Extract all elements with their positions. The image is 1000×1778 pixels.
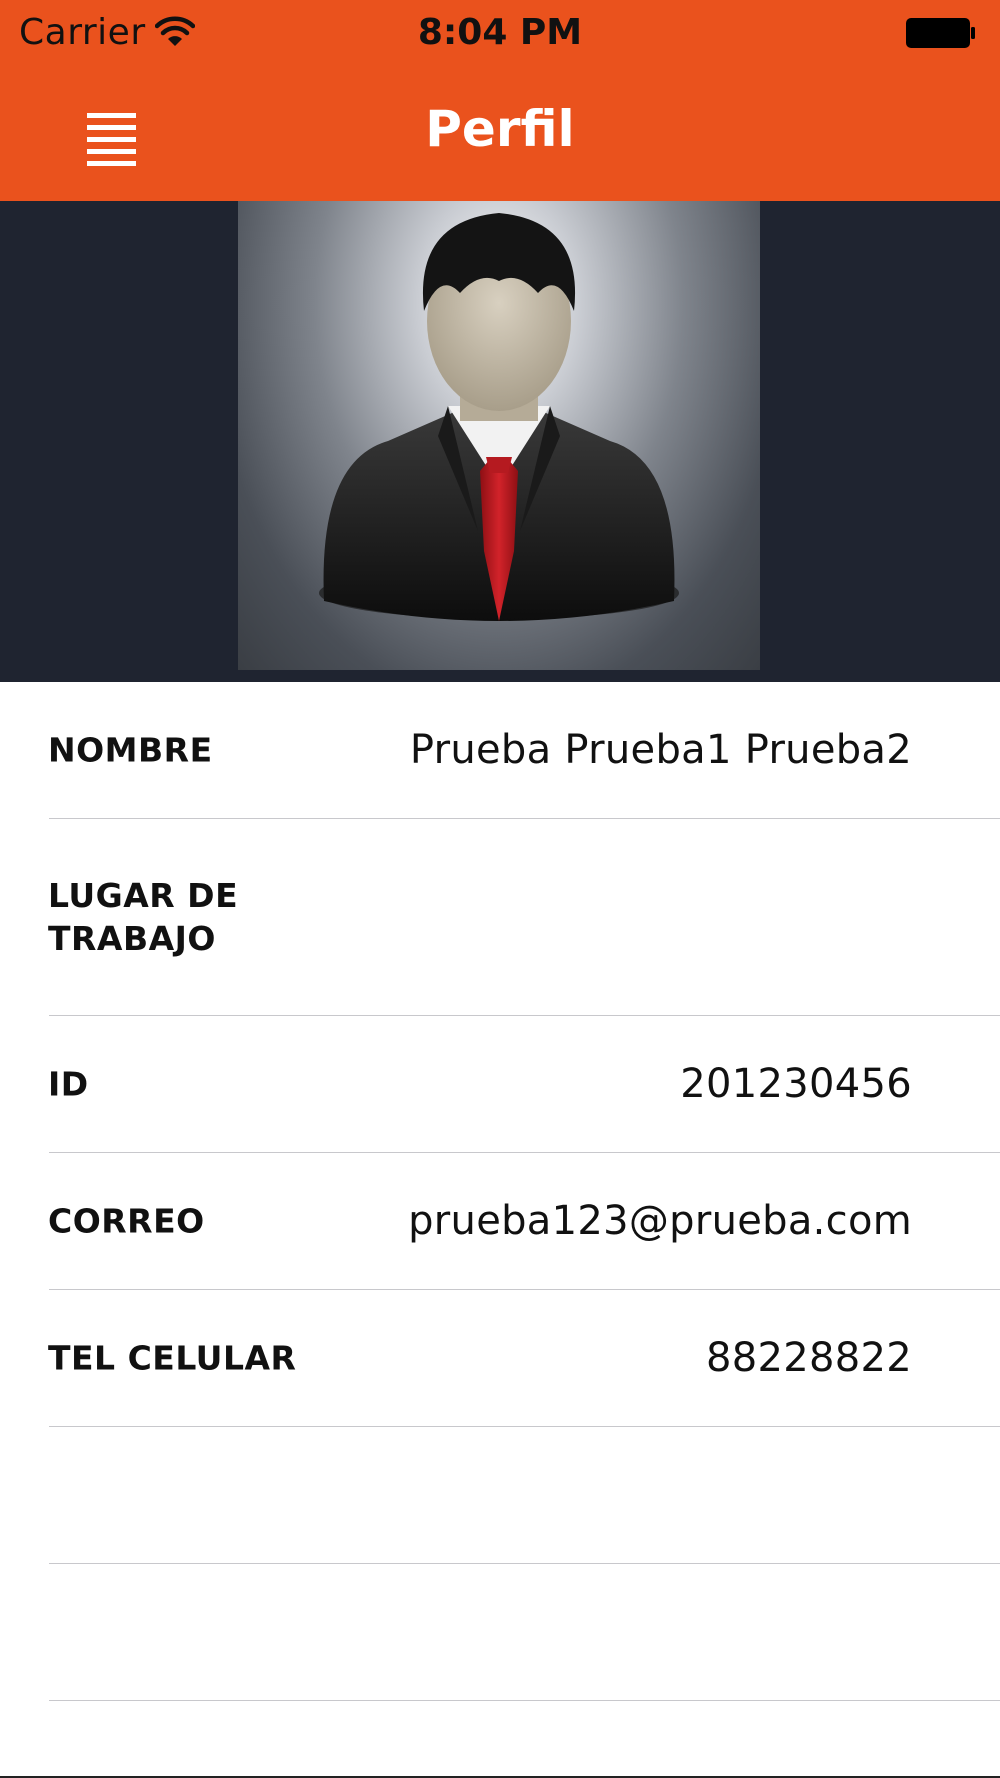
field-label: NOMBRE (48, 730, 213, 770)
field-label: ID (48, 1064, 89, 1104)
page-title: Perfil (425, 100, 575, 158)
field-row-nombre: NOMBRE Prueba Prueba1 Prueba2 (48, 682, 1000, 819)
status-bar: Carrier 8:04 PM (0, 0, 1000, 68)
field-row-id: ID 201230456 (48, 1016, 1000, 1153)
status-time: 8:04 PM (417, 12, 583, 53)
profile-header (0, 201, 1000, 682)
navigation-bar: Perfil (0, 68, 1000, 201)
field-label: CORREO (48, 1201, 205, 1241)
businessman-avatar-icon (238, 201, 760, 670)
field-row-correo: CORREO prueba123@prueba.com (48, 1153, 1000, 1290)
field-row-lugar-de-trabajo: LUGAR DE TRABAJO (48, 819, 1000, 1016)
field-row-empty (49, 1564, 1000, 1701)
field-value: 88228822 (706, 1335, 912, 1381)
field-value: prueba123@prueba.com (408, 1198, 912, 1244)
field-value: Prueba Prueba1 Prueba2 (409, 727, 912, 773)
battery-icon (905, 17, 977, 49)
field-row-tel-celular: TEL CELULAR 88228822 (48, 1290, 1000, 1427)
field-label: LUGAR DE TRABAJO (48, 876, 239, 958)
field-label: TEL CELULAR (48, 1338, 297, 1378)
field-value: 201230456 (680, 1061, 912, 1107)
profile-fields: NOMBRE Prueba Prueba1 Prueba2 LUGAR DE T… (0, 682, 1000, 1701)
field-row-empty (49, 1427, 1000, 1564)
